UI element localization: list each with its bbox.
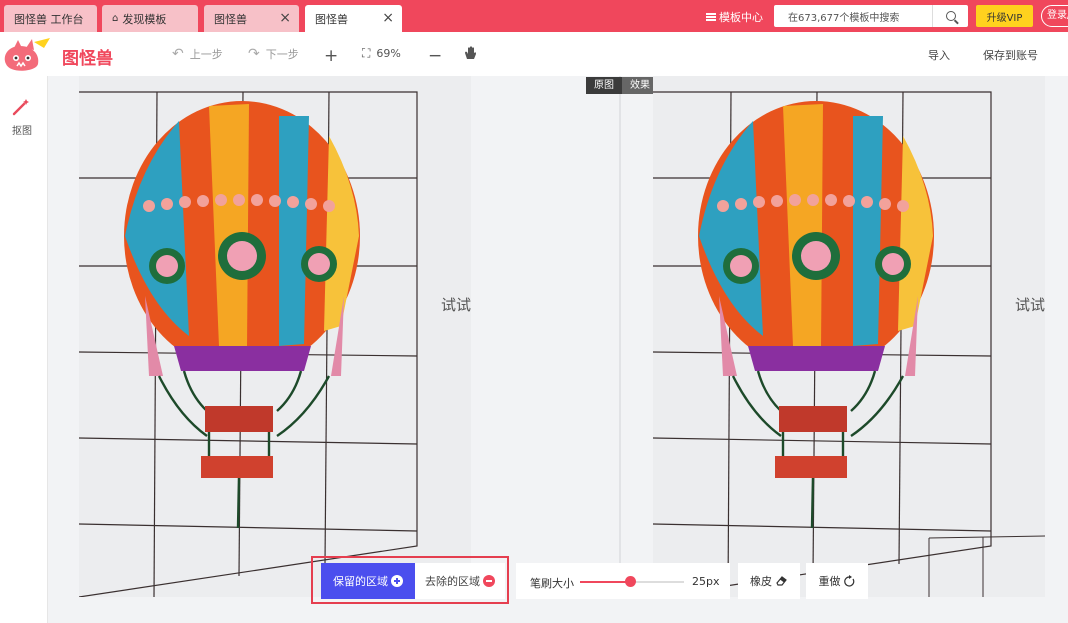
tab-label: 图怪兽 — [315, 12, 348, 26]
tab-design-2[interactable]: 图怪兽 × — [305, 5, 402, 32]
tab-label: 图怪兽 — [214, 12, 247, 26]
search-icon — [945, 11, 956, 21]
eraser-button[interactable]: 橡皮 — [738, 563, 800, 599]
brush-size-value: 25px — [692, 575, 720, 588]
tab-label: 发现模板 — [122, 12, 167, 26]
hot-air-balloon-image: 试试 — [79, 76, 471, 597]
close-icon[interactable]: × — [279, 11, 291, 25]
canvas-divider — [619, 76, 621, 597]
upgrade-vip-button[interactable]: 升级VIP — [976, 5, 1033, 27]
minus-icon: − — [428, 46, 443, 66]
refresh-icon — [843, 574, 854, 587]
redo-step-button[interactable]: ↷ 下一步 — [248, 46, 299, 62]
search-button[interactable] — [932, 5, 968, 27]
hot-air-balloon-result-image: 试试 — [653, 76, 1045, 597]
login-button[interactable]: 登录/ — [1041, 5, 1068, 27]
search-input[interactable]: 在673,677个模板中搜索 — [774, 9, 932, 24]
zoom-in-button[interactable]: + — [324, 46, 344, 66]
tab-design-1[interactable]: 图怪兽 × — [204, 5, 299, 32]
undo-button[interactable]: ↶ 上一步 — [172, 46, 223, 62]
hand-icon — [465, 46, 476, 59]
plus-icon: + — [324, 46, 339, 66]
editor-toolbar — [0, 32, 1068, 76]
left-tool-panel — [0, 76, 48, 623]
eraser-icon — [776, 576, 787, 586]
redo-button-label: 重做 — [818, 575, 841, 588]
home-icon: ⌂ — [112, 13, 119, 24]
tab-discover-templates[interactable]: ⌂ 发现模板 — [102, 5, 198, 32]
save-to-account-button[interactable]: 保存到账号 — [983, 47, 1038, 63]
logo-text: 图怪兽 — [62, 48, 113, 69]
import-button[interactable]: 导入 — [928, 47, 950, 63]
template-center-label: 模板中心 — [719, 11, 763, 24]
close-icon[interactable]: × — [382, 11, 394, 25]
tab-workbench[interactable]: 图怪兽 工作台 — [4, 5, 97, 32]
zoom-value: 69% — [376, 47, 401, 60]
view-toggle: 原图 效果 — [586, 77, 658, 94]
canvas-side-text: 试试 — [1015, 296, 1045, 314]
redo-button[interactable]: 重做 — [806, 563, 868, 599]
undo-label: 上一步 — [189, 48, 223, 61]
canvas-side-text: 试试 — [441, 296, 471, 314]
cutout-tool-label[interactable]: 抠图 — [12, 122, 32, 137]
original-view-tab[interactable]: 原图 — [586, 77, 622, 94]
magic-wand-icon[interactable] — [11, 97, 31, 117]
pan-hand-button[interactable] — [464, 46, 477, 60]
brush-size-label: 笔刷大小 — [530, 577, 574, 590]
redo-label: 下一步 — [265, 48, 299, 61]
menu-icon — [706, 13, 716, 21]
template-search[interactable]: 在673,677个模板中搜索 — [774, 5, 968, 27]
brand-logo[interactable]: 图怪兽 — [0, 36, 130, 76]
undo-icon: ↶ — [172, 46, 184, 62]
brush-size-control: 笔刷大小 25px — [516, 563, 730, 599]
original-image-canvas[interactable]: 试试 — [79, 76, 471, 597]
slider-fill — [580, 581, 631, 583]
slider-handle[interactable] — [625, 576, 637, 587]
zoom-out-button[interactable]: − — [428, 46, 448, 66]
fit-screen-icon: ⛶ — [362, 46, 371, 60]
redo-icon: ↷ — [248, 46, 260, 62]
effect-image-canvas[interactable]: 试试 — [653, 76, 1045, 597]
tab-label: 图怪兽 工作台 — [14, 12, 84, 26]
template-center-link[interactable]: 模板中心 — [706, 9, 763, 25]
zoom-level[interactable]: ⛶ 69% — [362, 46, 401, 61]
eraser-label: 橡皮 — [750, 575, 772, 588]
highlight-box — [311, 556, 509, 604]
